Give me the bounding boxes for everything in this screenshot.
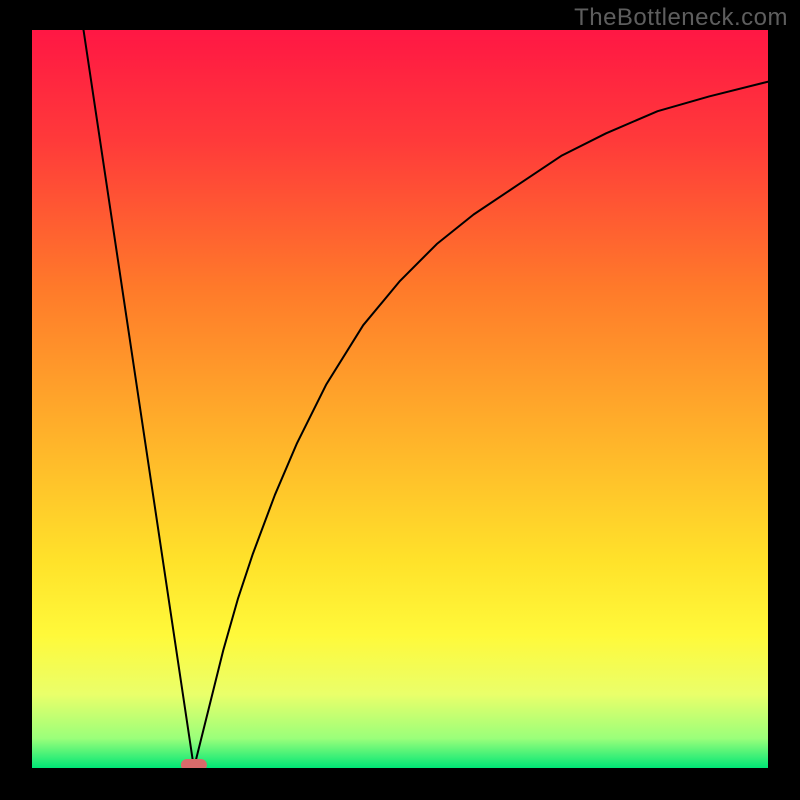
gradient-backdrop (32, 30, 768, 768)
plot-area (32, 30, 768, 768)
watermark-text: TheBottleneck.com (574, 4, 788, 32)
chart-svg (32, 30, 768, 768)
minimum-marker (181, 759, 207, 768)
minimum-pill (181, 759, 207, 768)
chart-root: TheBottleneck.com (0, 0, 800, 800)
